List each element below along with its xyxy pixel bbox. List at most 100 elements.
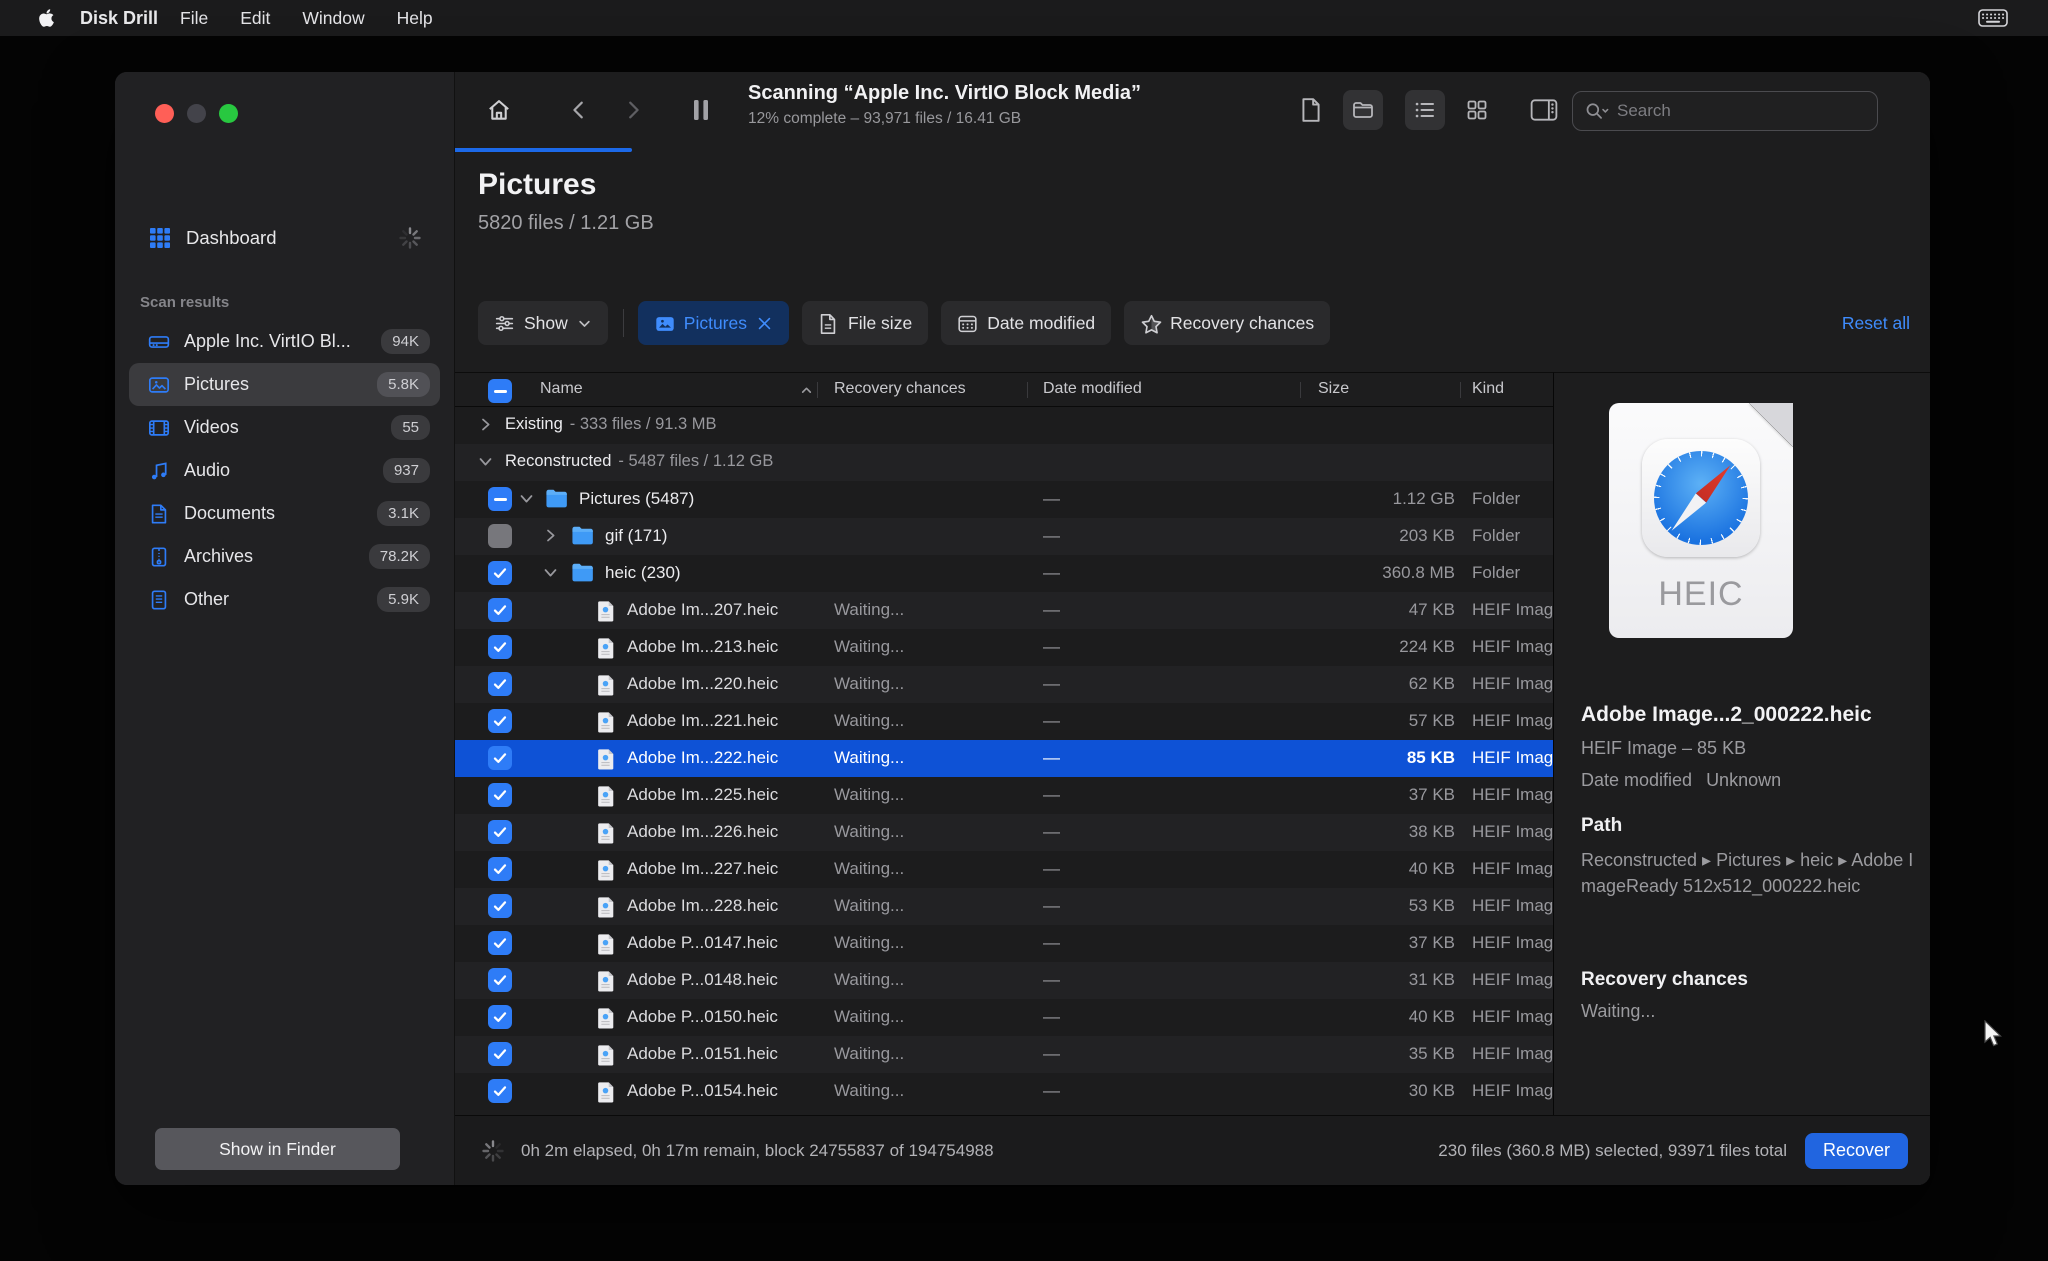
row-checkbox[interactable] bbox=[488, 672, 512, 696]
file-row[interactable]: Adobe Im...222.heic Waiting... — 85 KB HEIF … bbox=[455, 740, 1553, 777]
sort-ascending-icon[interactable] bbox=[800, 384, 813, 397]
folder-row[interactable]: gif (171) — 203 KB Folder bbox=[455, 518, 1553, 555]
heic-file-preview-icon: HEIC bbox=[1609, 403, 1793, 638]
file-icon bbox=[596, 748, 615, 770]
sidebar-item-videos[interactable]: Videos 55 bbox=[129, 406, 440, 449]
keyboard-icon[interactable] bbox=[1978, 7, 2008, 29]
column-header-date-modified[interactable]: Date modified bbox=[1043, 380, 1142, 398]
close-window-button[interactable] bbox=[155, 104, 174, 123]
zoom-window-button[interactable] bbox=[219, 104, 238, 123]
minimize-window-button[interactable] bbox=[187, 104, 206, 123]
row-checkbox[interactable] bbox=[488, 1005, 512, 1029]
folder-row[interactable]: heic (230) — 360.8 MB Folder bbox=[455, 555, 1553, 592]
back-icon[interactable] bbox=[559, 90, 599, 130]
archives-icon bbox=[148, 546, 170, 568]
chevron-right-icon[interactable] bbox=[478, 417, 493, 432]
show-in-finder-button[interactable]: Show in Finder bbox=[155, 1128, 400, 1170]
file-row[interactable]: Adobe P...0150.heic Waiting... — 40 KB HEIF … bbox=[455, 999, 1553, 1036]
sidebar-item-count-badge: 5.8K bbox=[377, 372, 430, 397]
filter-chip-file-size[interactable]: File size bbox=[802, 301, 929, 345]
pause-icon[interactable] bbox=[681, 90, 721, 130]
chevron-down-icon[interactable] bbox=[478, 454, 493, 469]
file-row[interactable]: Adobe P...0148.heic Waiting... — 31 KB HEIF … bbox=[455, 962, 1553, 999]
size-cell: 31 KB bbox=[1408, 970, 1455, 989]
new-file-icon[interactable] bbox=[1291, 90, 1331, 130]
home-icon[interactable] bbox=[479, 90, 519, 130]
menu-item-file[interactable]: File bbox=[164, 8, 224, 29]
sidebar-item-documents[interactable]: Documents 3.1K bbox=[129, 492, 440, 535]
menu-item-help[interactable]: Help bbox=[381, 8, 449, 29]
row-checkbox[interactable] bbox=[488, 635, 512, 659]
file-row[interactable]: Adobe P...0147.heic Waiting... — 37 KB HEIF … bbox=[455, 925, 1553, 962]
sidebar-item-dashboard[interactable]: Dashboard bbox=[129, 216, 440, 260]
row-checkbox[interactable] bbox=[488, 820, 512, 844]
file-icon bbox=[596, 859, 615, 881]
apple-menu-icon[interactable] bbox=[36, 8, 56, 28]
search-input[interactable] bbox=[1617, 101, 1847, 121]
sidebar-item-audio[interactable]: Audio 937 bbox=[129, 449, 440, 492]
row-checkbox[interactable] bbox=[488, 1042, 512, 1066]
reset-all-button[interactable]: Reset all bbox=[1842, 313, 1910, 334]
row-checkbox[interactable] bbox=[488, 968, 512, 992]
close-icon[interactable] bbox=[756, 315, 773, 332]
chevron-down-icon[interactable] bbox=[543, 565, 558, 580]
column-header-kind[interactable]: Kind bbox=[1472, 380, 1504, 398]
menu-item-edit[interactable]: Edit bbox=[224, 8, 286, 29]
row-checkbox[interactable] bbox=[488, 709, 512, 733]
select-all-checkbox[interactable] bbox=[488, 379, 512, 403]
group-row[interactable]: Reconstructed - 5487 files / 1.12 GB bbox=[455, 444, 1553, 481]
file-row[interactable]: Adobe Im...221.heic Waiting... — 57 KB HEIF … bbox=[455, 703, 1553, 740]
row-checkbox[interactable] bbox=[488, 783, 512, 807]
menu-item-window[interactable]: Window bbox=[286, 8, 380, 29]
file-row[interactable]: Adobe Im...207.heic Waiting... — 47 KB HEIF … bbox=[455, 592, 1553, 629]
size-cell: 203 KB bbox=[1399, 526, 1455, 545]
row-checkbox[interactable] bbox=[488, 524, 512, 548]
show-filter-button[interactable]: Show bbox=[478, 301, 608, 345]
file-icon bbox=[596, 933, 615, 955]
row-checkbox[interactable] bbox=[488, 487, 512, 511]
column-header-recovery-chances[interactable]: Recovery chances bbox=[834, 380, 966, 398]
row-checkbox[interactable] bbox=[488, 746, 512, 770]
folder-row[interactable]: Pictures (5487) — 1.12 GB Folder bbox=[455, 481, 1553, 518]
filter-chip-pictures[interactable]: Pictures bbox=[637, 301, 789, 345]
sidebar-item-apple-inc-virtio-bl[interactable]: Apple Inc. VirtIO Bl... 94K bbox=[129, 320, 440, 363]
filter-chip-recovery-chances[interactable]: Recovery chances bbox=[1124, 301, 1331, 345]
recover-button[interactable]: Recover bbox=[1805, 1132, 1908, 1169]
grid-view-icon[interactable] bbox=[1457, 90, 1497, 130]
row-checkbox[interactable] bbox=[488, 1079, 512, 1103]
filter-chip-date-modified[interactable]: Date modified bbox=[941, 301, 1112, 345]
forward-icon[interactable] bbox=[613, 90, 653, 130]
file-row[interactable]: Adobe Im...213.heic Waiting... — 224 KB HEIF… bbox=[455, 629, 1553, 666]
chevron-right-icon[interactable] bbox=[543, 528, 558, 543]
menu-app-name[interactable]: Disk Drill bbox=[74, 8, 164, 29]
list-view-icon[interactable] bbox=[1405, 90, 1445, 130]
column-header-name[interactable]: Name bbox=[540, 380, 583, 398]
sidebar-item-other[interactable]: Other 5.9K bbox=[129, 578, 440, 621]
date-modified-cell: — bbox=[1043, 859, 1060, 878]
row-checkbox[interactable] bbox=[488, 894, 512, 918]
column-header-size[interactable]: Size bbox=[1318, 380, 1349, 398]
star-icon bbox=[1140, 313, 1162, 334]
file-row[interactable]: Adobe P...0151.heic Waiting... — 35 KB HEIF … bbox=[455, 1036, 1553, 1073]
file-row[interactable]: Adobe Im...226.heic Waiting... — 38 KB HEIF … bbox=[455, 814, 1553, 851]
sidebar-item-pictures[interactable]: Pictures 5.8K bbox=[129, 363, 440, 406]
row-checkbox[interactable] bbox=[488, 561, 512, 585]
file-icon bbox=[596, 970, 615, 992]
group-row[interactable]: Existing - 333 files / 91.3 MB bbox=[455, 407, 1553, 444]
size-cell: 37 KB bbox=[1408, 933, 1455, 952]
row-checkbox[interactable] bbox=[488, 598, 512, 622]
file-row[interactable]: Adobe Im...220.heic Waiting... — 62 KB HEIF … bbox=[455, 666, 1553, 703]
search-field[interactable] bbox=[1572, 91, 1878, 131]
row-checkbox[interactable] bbox=[488, 857, 512, 881]
file-row[interactable]: Adobe P...0154.heic Waiting... — 30 KB HEIF … bbox=[455, 1073, 1553, 1110]
row-checkbox[interactable] bbox=[488, 931, 512, 955]
sidebar-item-count-badge: 5.9K bbox=[377, 587, 430, 612]
folder-view-icon[interactable] bbox=[1343, 90, 1383, 130]
chevron-down-icon[interactable] bbox=[519, 491, 534, 506]
preview-panel-icon[interactable] bbox=[1524, 90, 1564, 130]
sidebar-item-archives[interactable]: Archives 78.2K bbox=[129, 535, 440, 578]
file-row[interactable]: Adobe Im...228.heic Waiting... — 53 KB HEIF … bbox=[455, 888, 1553, 925]
file-row[interactable]: Adobe Im...225.heic Waiting... — 37 KB HEIF … bbox=[455, 777, 1553, 814]
mouse-cursor bbox=[1983, 1020, 2009, 1050]
file-row[interactable]: Adobe Im...227.heic Waiting... — 40 KB HEIF … bbox=[455, 851, 1553, 888]
